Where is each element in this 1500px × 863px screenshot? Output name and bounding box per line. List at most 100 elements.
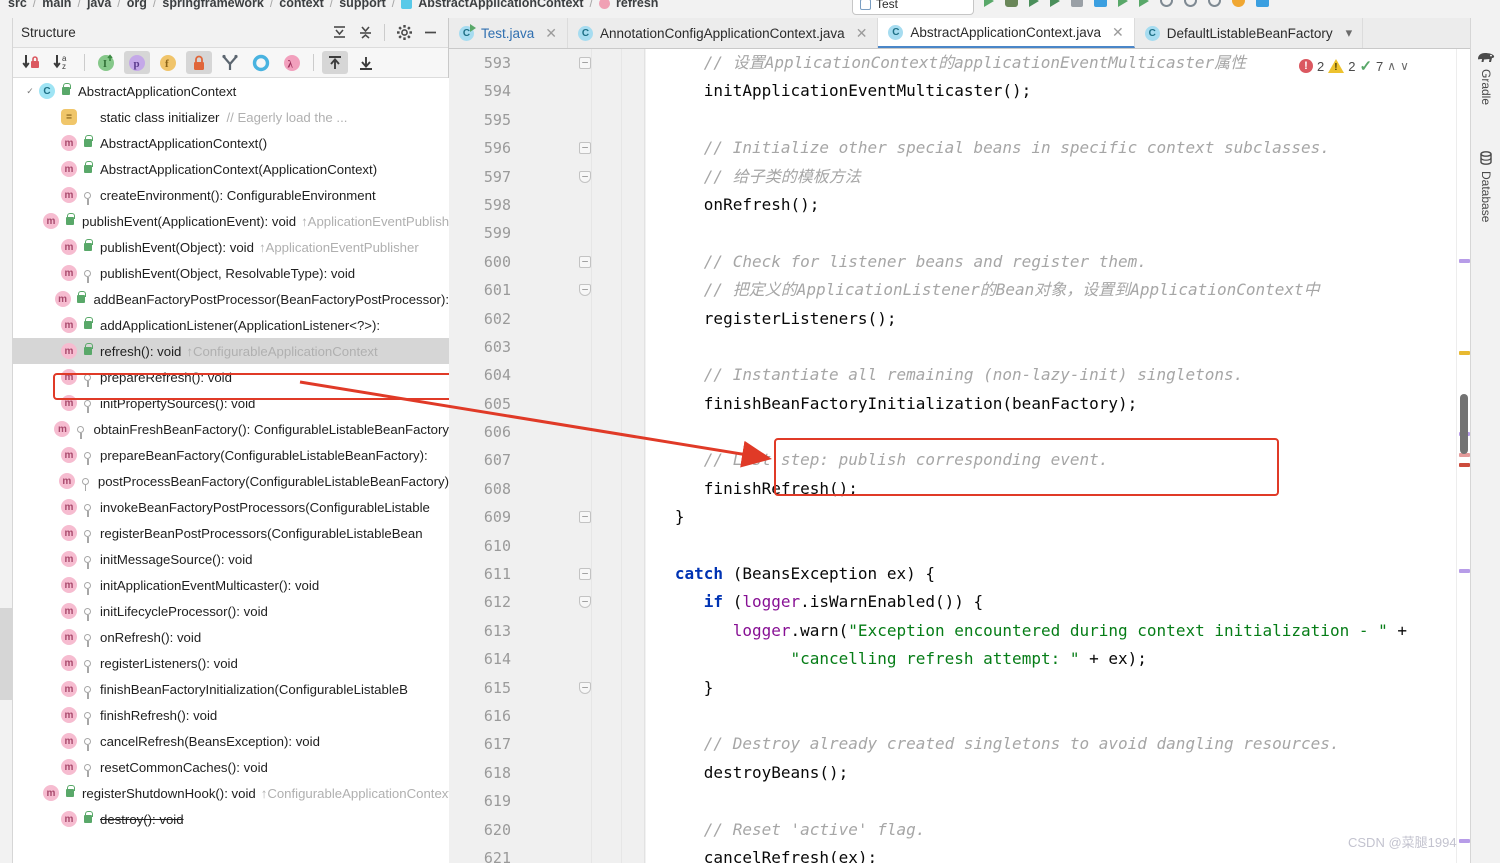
show-properties-button[interactable]: p (124, 51, 150, 74)
breadcrumb-item-springframework[interactable]: springframework (162, 0, 263, 10)
code-fold-icon[interactable]: − (579, 142, 591, 155)
gutter-line-number[interactable]: 604 (449, 361, 645, 389)
run-icon[interactable] (984, 0, 994, 7)
gutter-line-number[interactable]: 612− (449, 588, 645, 616)
gutter-line-number[interactable]: 620 (449, 816, 645, 844)
marker-stripe[interactable] (1459, 569, 1470, 573)
expand-all-icon[interactable] (329, 23, 349, 43)
code-line[interactable]: if (logger.isWarnEnabled()) { (646, 588, 1456, 616)
stop-icon[interactable] (1071, 0, 1083, 7)
code-editor[interactable]: // 设置ApplicationContext的applicationEvent… (646, 49, 1456, 863)
rail-item-database[interactable]: Database (1474, 150, 1498, 222)
structure-tree-item[interactable]: m destroy(): void (13, 806, 449, 832)
tree-twisty-icon[interactable]: ✓ (21, 86, 39, 97)
code-line[interactable]: finishRefresh(); (646, 475, 1456, 503)
gutter-line-number[interactable]: 621 (449, 844, 645, 863)
gutter-line-number[interactable]: 615− (449, 674, 645, 702)
breadcrumb-item-support[interactable]: support (339, 0, 386, 10)
code-line[interactable]: logger.warn("Exception encountered durin… (646, 617, 1456, 645)
breadcrumb-item-main[interactable]: main (42, 0, 71, 10)
collapse-all-button[interactable] (353, 51, 379, 74)
gear-icon[interactable] (394, 23, 414, 43)
show-non-public-button[interactable] (186, 51, 212, 74)
structure-tree-item[interactable]: m registerBeanPostProcessors(Configurable… (13, 520, 449, 546)
marker-stripe[interactable] (1459, 259, 1470, 263)
gutter-line-number[interactable]: 603 (449, 333, 645, 361)
structure-tree-item[interactable]: m AbstractApplicationContext() (13, 130, 449, 156)
code-line[interactable]: registerListeners(); (646, 305, 1456, 333)
code-line[interactable]: // 给子类的模板方法 (646, 163, 1456, 191)
close-icon[interactable]: ✕ (856, 25, 868, 42)
structure-tree-item[interactable]: m resetCommonCaches(): void (13, 754, 449, 780)
breadcrumb-item-context[interactable]: context (279, 0, 323, 10)
structure-tree-item[interactable]: m publishEvent(Object): void ↑ApplicationE… (13, 234, 449, 260)
breadcrumb-item-src[interactable]: src (8, 0, 27, 10)
marker-stripe[interactable] (1459, 351, 1470, 355)
code-fold-icon[interactable]: − (579, 681, 591, 694)
code-line[interactable] (646, 418, 1456, 446)
run-configuration-selector[interactable]: Test (852, 0, 974, 15)
structure-tree-item[interactable]: m onRefresh(): void (13, 624, 449, 650)
structure-tree-item[interactable]: m prepareBeanFactory(ConfigurableListable… (13, 442, 449, 468)
code-line[interactable] (646, 787, 1456, 815)
gutter-line-number[interactable]: 608 (449, 475, 645, 503)
structure-tree-item[interactable]: m refresh(): void ↑ConfigurableApplication… (13, 338, 449, 364)
tab-defaultlistablebeanfactory[interactable]: C DefaultListableBeanFactory ▾ (1135, 18, 1364, 48)
structure-tree-item[interactable]: m addApplicationListener(ApplicationListe… (13, 312, 449, 338)
code-line[interactable] (646, 702, 1456, 730)
gutter-line-number[interactable]: 611− (449, 560, 645, 588)
structure-tree-item[interactable]: m prepareRefresh(): void (13, 364, 449, 390)
show-interfaces-button[interactable] (248, 51, 274, 74)
gutter-line-number[interactable]: 594 (449, 77, 645, 105)
gutter-line-number[interactable]: 614 (449, 645, 645, 673)
structure-tree-item[interactable]: m registerListeners(): void (13, 650, 449, 676)
code-line[interactable]: // Initialize other special beans in spe… (646, 134, 1456, 162)
editor-scrollbar-thumb[interactable] (1460, 394, 1468, 454)
gutter-line-number[interactable]: 610 (449, 532, 645, 560)
build-icon[interactable] (1094, 0, 1107, 7)
code-line[interactable]: initApplicationEventMulticaster(); (646, 77, 1456, 105)
show-fields-button[interactable]: f (155, 51, 181, 74)
structure-tree-item[interactable]: m initLifecycleProcessor(): void (13, 598, 449, 624)
collapse-all-icon[interactable] (355, 23, 375, 43)
breadcrumb[interactable]: src / main / java / org / springframewor… (8, 0, 658, 10)
show-inherited-button[interactable]: I (93, 51, 119, 74)
code-line[interactable]: // Destroy already created singletons to… (646, 730, 1456, 758)
code-fold-icon[interactable]: − (579, 284, 591, 297)
gutter-line-number[interactable]: 593− (449, 49, 645, 77)
rail-item-project[interactable]: Project (0, 46, 12, 82)
show-anonymous-classes-button[interactable] (217, 51, 243, 74)
code-fold-icon[interactable]: − (579, 57, 591, 69)
tab-annotationconfigapplicationcontext-java[interactable]: C AnnotationConfigApplicationContext.jav… (568, 18, 879, 48)
structure-tree-item[interactable]: m registerShutdownHook(): void ↑Configurab… (13, 780, 449, 806)
structure-tree-item[interactable]: m publishEvent(ApplicationEvent): void ↑Ap… (13, 208, 449, 234)
code-line[interactable]: // Instantiate all remaining (non-lazy-i… (646, 361, 1456, 389)
code-fold-icon[interactable]: − (579, 255, 591, 268)
structure-tree-item[interactable]: m initApplicationEventMulticaster(): void (13, 572, 449, 598)
code-line[interactable]: "cancelling refresh attempt: " + ex); (646, 645, 1456, 673)
show-lambdas-button[interactable]: λ (279, 51, 305, 74)
sort-by-visibility-button[interactable] (19, 51, 45, 74)
hide-panel-icon[interactable] (420, 23, 440, 43)
notifications-icon[interactable] (1232, 0, 1245, 7)
structure-tree-item[interactable]: m initMessageSource(): void (13, 546, 449, 572)
expand-all-button[interactable] (322, 51, 348, 74)
structure-tree-item[interactable]: m invokeBeanFactoryPostProcessors(Configu… (13, 494, 449, 520)
chevron-down-icon[interactable]: ▾ (1346, 25, 1353, 41)
gutter-line-number[interactable]: 596− (449, 134, 645, 162)
breadcrumb-item-class[interactable]: AbstractApplicationContext (418, 0, 583, 10)
breadcrumb-item-java[interactable]: java (87, 0, 111, 10)
rail-item-gradle[interactable]: Gradle (1474, 50, 1498, 105)
gutter-line-number[interactable]: 619 (449, 787, 645, 815)
gutter-line-number[interactable]: 618 (449, 759, 645, 787)
code-line[interactable] (646, 333, 1456, 361)
rerun-icon[interactable] (1139, 0, 1149, 7)
code-fold-icon[interactable]: − (579, 170, 591, 183)
gutter-line-number[interactable]: 601− (449, 276, 645, 304)
structure-tree-item[interactable]: m obtainFreshBeanFactory(): ConfigurableL… (13, 416, 449, 442)
next-problem-icon[interactable]: ∨ (1400, 59, 1409, 73)
debug-icon[interactable] (1005, 0, 1018, 7)
structure-tree-item[interactable]: m cancelRefresh(BeansException): void (13, 728, 449, 754)
structure-tree-item[interactable]: m finishRefresh(): void (13, 702, 449, 728)
tab-abstractapplicationcontext-java[interactable]: C AbstractApplicationContext.java ✕ (878, 18, 1135, 48)
